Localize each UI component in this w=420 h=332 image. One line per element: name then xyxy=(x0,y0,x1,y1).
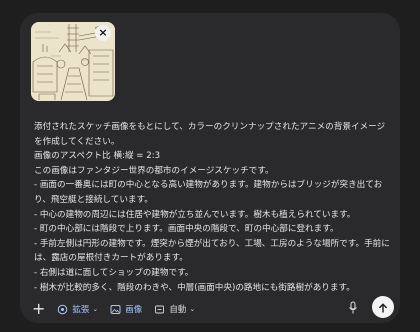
send-button[interactable] xyxy=(372,296,394,318)
expand-button[interactable]: 拡張 ⌄ xyxy=(57,303,98,315)
send-arrow-icon xyxy=(378,298,388,317)
composer-toolbar: + 拡張 ⌄ 画像 自動 ⌄ xyxy=(32,298,390,320)
close-icon[interactable]: × xyxy=(95,25,111,41)
image-button[interactable]: 画像 xyxy=(110,303,142,315)
chevron-down-icon: ⌄ xyxy=(92,305,99,313)
chevron-down-icon: ⌄ xyxy=(189,305,196,313)
image-icon xyxy=(110,304,121,315)
image-label: 画像 xyxy=(125,305,143,315)
auto-label: 自動 xyxy=(169,305,187,315)
auto-button[interactable]: 自動 ⌄ xyxy=(154,303,195,315)
auto-icon xyxy=(154,304,165,315)
prompt-text[interactable]: 添付されたスケッチ画像をもとにして、カラーのクリンナップされたアニメの背景イメー… xyxy=(34,120,392,292)
expand-icon xyxy=(57,304,68,315)
mic-icon[interactable] xyxy=(348,300,358,319)
plus-icon[interactable]: + xyxy=(32,301,45,317)
expand-label: 拡張 xyxy=(72,305,90,315)
prompt-composer: × 添付されたスケッチ画像をもとにして、カラーのクリンナップされたアニメの背景イ… xyxy=(20,13,400,323)
